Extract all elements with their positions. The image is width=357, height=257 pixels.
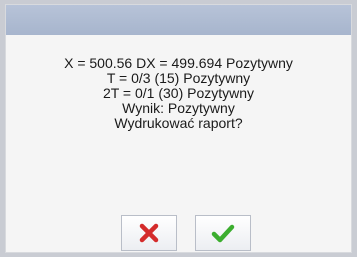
dialog-message: X = 500.56 DX = 499.694 Pozytywny T = 0/… [6,56,351,131]
print-report-question: Wydrukować raport? [114,115,243,131]
result-line-summary: Wynik: Pozytywny [122,100,235,116]
red-x-icon [139,223,159,243]
result-line-t: T = 0/3 (15) Pozytywny [106,70,251,86]
confirm-button[interactable] [195,215,251,251]
result-line-2t: 2T = 0/1 (30) Pozytywny [102,85,255,101]
result-line-x: X = 500.56 DX = 499.694 Pozytywny [64,55,293,71]
cancel-button[interactable] [121,215,177,251]
green-check-icon [211,223,235,243]
dialog-titlebar [6,5,351,35]
confirmation-dialog: X = 500.56 DX = 499.694 Pozytywny T = 0/… [5,4,352,253]
